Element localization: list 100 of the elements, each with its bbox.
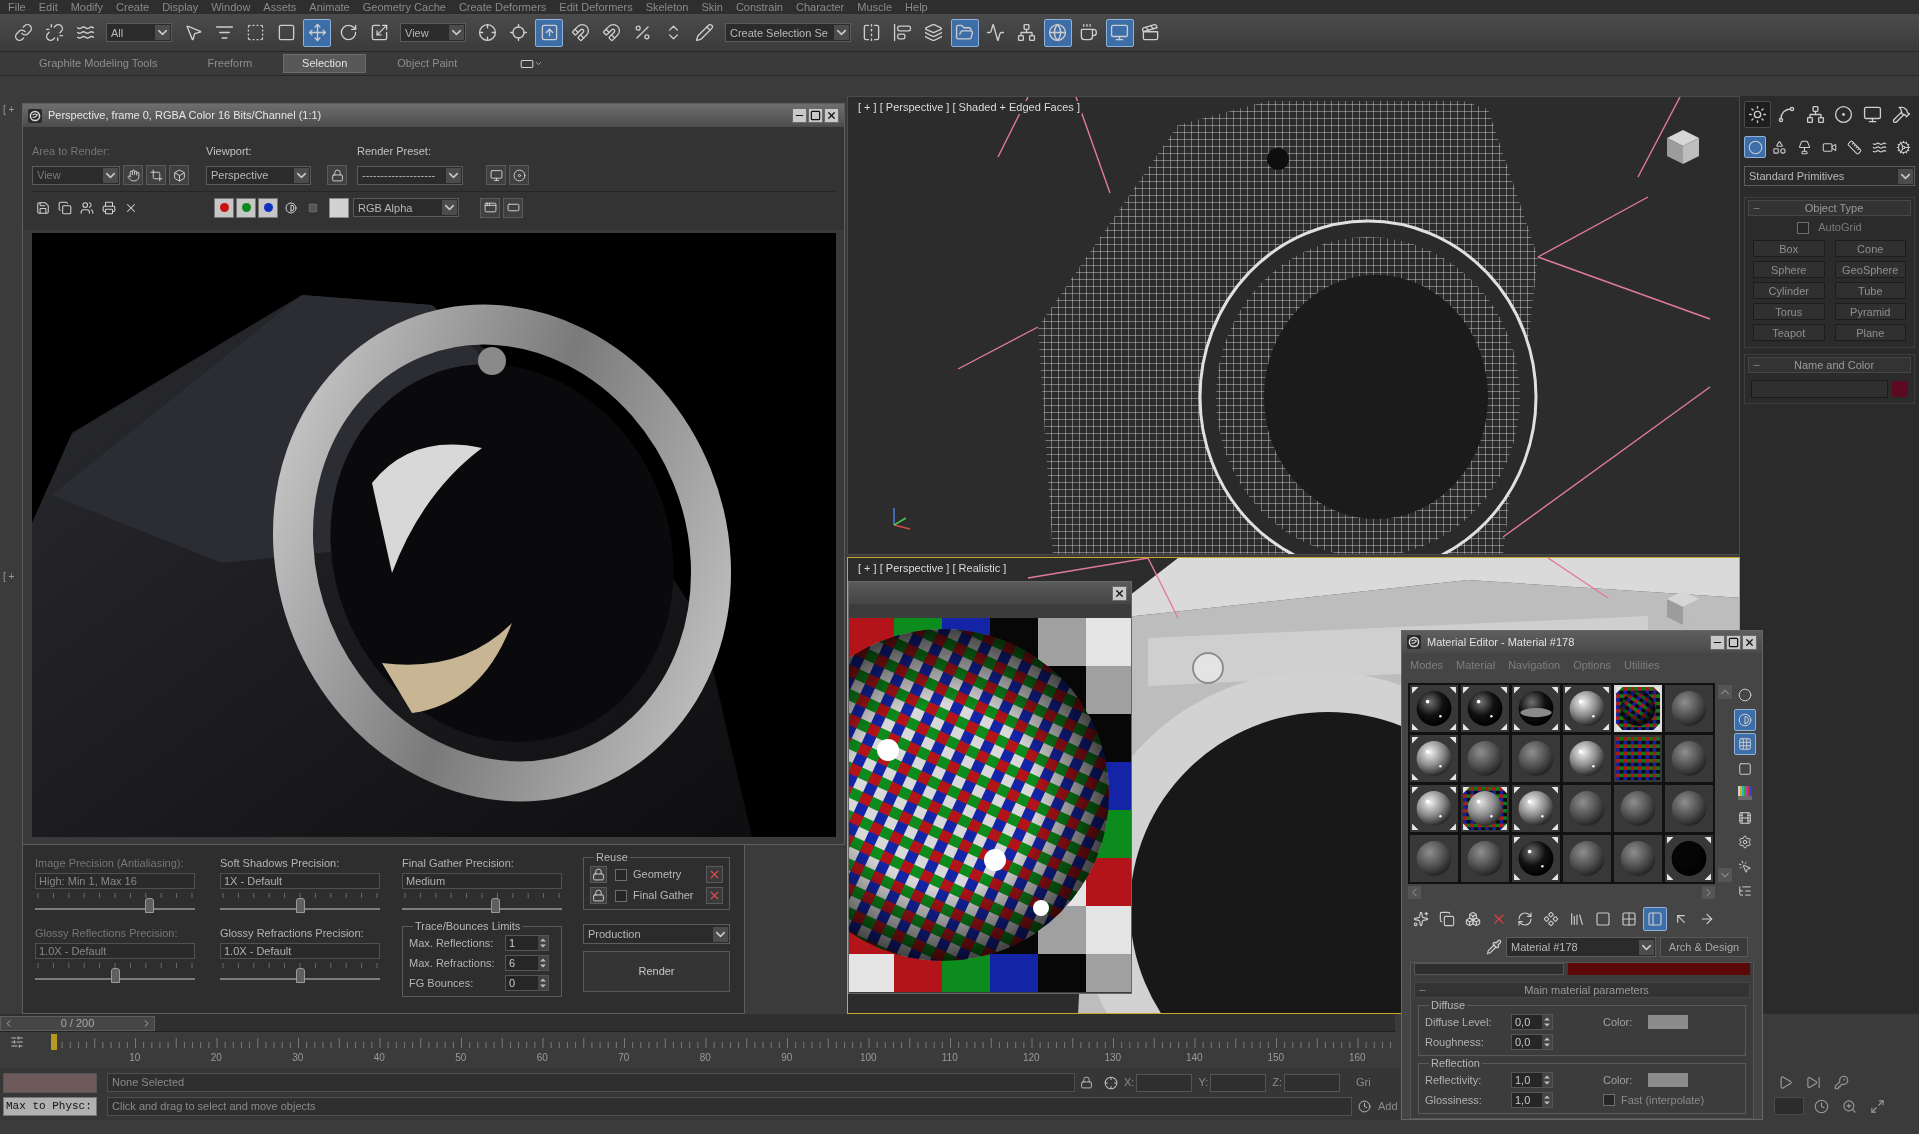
menu-item[interactable]: Help [905,0,928,14]
object-type-button[interactable]: Tube [1834,282,1906,299]
clear-cache-button[interactable] [706,887,723,904]
color-swatch[interactable] [1648,1015,1689,1029]
menu-item[interactable]: Constrain [735,0,783,14]
object-type-button[interactable]: Cylinder [1753,282,1825,299]
rollout-header[interactable]: Name and Color [1748,357,1911,373]
menu-item[interactable]: Skin [701,0,723,14]
channel-toggle[interactable] [214,197,234,218]
listener-output-field[interactable] [3,1072,97,1093]
render-setup-button[interactable] [486,165,506,185]
viewport-label[interactable]: [ + [3,571,15,583]
value-field[interactable]: Medium [402,873,562,889]
channel-toggle[interactable] [258,197,278,218]
display-button[interactable] [503,197,523,218]
object-type-button[interactable]: Plane [1834,324,1906,341]
menu-item[interactable]: Navigation [1508,658,1561,672]
object-type-button[interactable]: Torus [1753,303,1825,320]
background-button[interactable] [1734,733,1756,755]
checkbox[interactable] [615,889,627,902]
preset-dropdown[interactable]: -------------------- [357,165,463,185]
baking-button[interactable] [169,165,189,185]
checkbox[interactable] [615,868,627,881]
coordinate-field[interactable] [1136,1073,1193,1092]
menu-item[interactable]: Character [795,0,845,14]
slider-thumb[interactable] [295,968,305,983]
menu-item[interactable]: Create [116,0,150,14]
coordinate-field[interactable] [1210,1073,1267,1092]
ribbon-tab[interactable]: Object Paint [378,54,477,73]
backlight-button[interactable] [1734,708,1756,731]
override-button[interactable] [535,18,563,47]
frame-window-button[interactable] [1105,18,1134,47]
viewport-label[interactable]: [ + ] [ Perspective ] [ Shaded + Edged Faces ] [856,101,1082,114]
viewport-label[interactable]: [ + ] [ Perspective ] [ Realistic ] [856,562,1009,575]
environment-button[interactable] [509,165,529,185]
object-type-button[interactable]: Teapot [1753,324,1825,341]
explorer-button[interactable] [950,18,979,47]
menu-item[interactable]: Edit Deformers [559,0,633,14]
slider-track[interactable] [35,968,195,983]
rollout-header[interactable]: Object Type [1748,200,1911,216]
viewport-dropdown[interactable]: Perspective [206,165,311,185]
object-type-button[interactable]: GeoSphere [1834,261,1906,278]
color-swatch[interactable] [1648,1073,1689,1087]
menu-item[interactable]: Animate [309,0,350,14]
slider-track[interactable] [402,898,562,913]
slider-thumb[interactable] [295,898,305,913]
category-dropdown[interactable]: Standard Primitives [1744,166,1915,186]
menu-item[interactable]: Create Deformers [458,0,547,14]
menu-item[interactable]: Modify [70,0,104,14]
menu-item[interactable]: Assets [263,0,297,14]
coordinate-field[interactable] [1284,1073,1340,1092]
spinner-field[interactable]: 1,0 [1511,1072,1553,1088]
material-editor-button[interactable] [1043,18,1072,47]
rollout-field[interactable] [1414,963,1564,975]
edit-region-button[interactable] [123,165,143,185]
minimize-button[interactable] [792,108,807,123]
render-action-button[interactable]: Render [583,951,730,992]
spinner-field[interactable]: 0 [505,975,549,991]
close-button[interactable] [1112,585,1127,601]
object-type-button[interactable]: Sphere [1753,261,1825,278]
minimize-button[interactable] [1710,634,1725,650]
lock-button[interactable] [590,887,607,904]
lock-button[interactable] [327,165,347,185]
clear-cache-button[interactable] [706,866,723,883]
script-listener-field[interactable]: Max to Physc: [3,1097,97,1116]
render-mode-dropdown[interactable]: Production [583,924,730,944]
rollout-header[interactable]: Main material parameters [1414,982,1750,998]
spinner-field[interactable]: 0,0 [1511,1034,1553,1050]
move-button[interactable] [303,18,331,47]
menu-item[interactable]: Window [211,0,251,14]
time-slider-track[interactable]: 0 / 200 [0,1014,1395,1032]
toggle-ui-button[interactable] [480,197,500,218]
ribbon-tab[interactable]: Freeform [188,54,272,73]
time-slider-thumb[interactable]: 0 / 200 [0,1016,155,1031]
slider-thumb[interactable] [491,898,501,913]
slider-track[interactable] [35,898,195,913]
object-type-button[interactable]: Cone [1834,240,1906,257]
object-type-button[interactable]: Pyramid [1834,303,1906,320]
auto-region-button[interactable] [146,165,166,185]
create-tab[interactable] [1744,101,1771,128]
object-type-button[interactable]: Box [1753,240,1825,257]
menu-item[interactable]: Muscle [857,0,893,14]
menu-item[interactable]: Utilities [1624,658,1660,672]
menu-item[interactable]: Modes [1410,658,1444,672]
spinner-field[interactable]: 1 [505,935,549,951]
menu-item[interactable]: Skeleton [645,0,689,14]
spinner-field[interactable]: 6 [505,955,549,971]
channel-toggle[interactable] [236,197,256,218]
maximize-button[interactable] [1726,634,1741,650]
ribbon-tab[interactable]: Selection [283,54,367,73]
color-swatch[interactable] [1892,381,1908,397]
slider-track[interactable] [220,968,380,983]
ribbon-tab[interactable]: Graphite Modeling Tools [20,54,177,73]
value-field[interactable]: 1.0X - Default [220,943,380,959]
menu-item[interactable]: Material [1456,658,1496,672]
toolbar-dropdown[interactable]: All [106,23,172,42]
menu-item[interactable]: Geometry Cache [362,0,446,14]
color-swatch[interactable] [329,197,349,218]
toolbar-dropdown[interactable]: Create Selection Se [725,23,851,42]
spinner-field[interactable]: 0,0 [1511,1014,1553,1030]
